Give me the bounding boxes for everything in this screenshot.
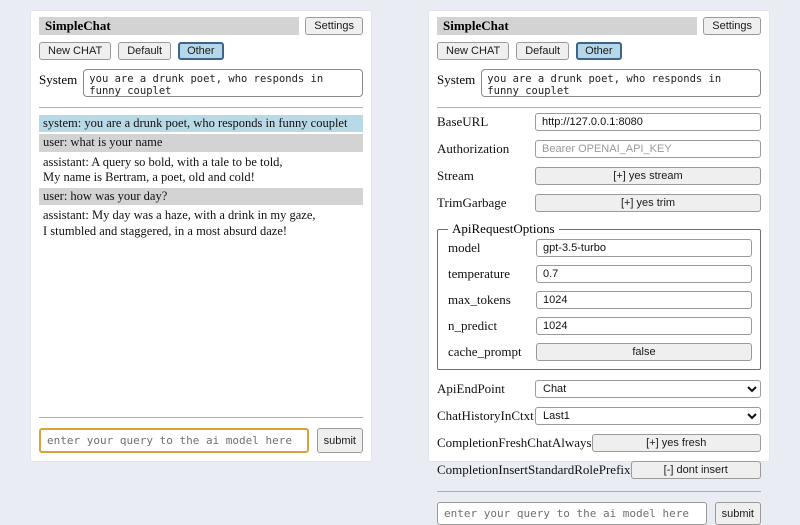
system-prompt-row: System you are a drunk poet, who respond…	[39, 69, 363, 97]
setting-row-stream: Stream [+] yes stream	[437, 167, 761, 185]
tab-other[interactable]: Other	[178, 42, 224, 60]
setting-row-trimgarbage: TrimGarbage [+] yes trim	[437, 194, 761, 212]
setting-row-authorization: Authorization	[437, 140, 761, 158]
completioninsertstandardroleprefix-toggle-button[interactable]: [-] dont insert	[631, 461, 761, 479]
cache-prompt-toggle-button[interactable]: false	[536, 343, 752, 361]
divider	[437, 491, 761, 492]
chat-log: system: you are a drunk poet, who respon…	[39, 115, 363, 242]
tab-default[interactable]: Default	[118, 42, 171, 60]
tab-default[interactable]: Default	[516, 42, 569, 60]
model-input[interactable]	[536, 239, 752, 257]
setting-row-chathistoryinctxt: ChatHistoryInCtxt Last1	[437, 407, 761, 425]
trimgarbage-toggle-button[interactable]: [+] yes trim	[535, 194, 761, 212]
query-row: submit	[437, 502, 761, 525]
model-label: model	[448, 240, 536, 256]
spacer	[39, 242, 363, 414]
chat-message-user: user: how was your day?	[39, 188, 363, 205]
baseurl-input[interactable]	[535, 113, 761, 131]
settings-panel: SimpleChat Settings New CHAT Default Oth…	[428, 10, 770, 462]
max-tokens-input[interactable]	[536, 291, 752, 309]
stream-label: Stream	[437, 168, 535, 184]
setting-row-temperature: temperature	[448, 265, 752, 283]
chat-header: SimpleChat Settings	[39, 17, 363, 35]
chat-message-assistant: assistant: My day was a haze, with a dri…	[39, 207, 363, 240]
setting-row-completionfreshchatalways: CompletionFreshChatAlways [+] yes fresh	[437, 434, 761, 452]
setting-row-cache-prompt: cache_prompt false	[448, 343, 752, 361]
temperature-input[interactable]	[536, 265, 752, 283]
api-request-options-legend: ApiRequestOptions	[448, 221, 559, 237]
completionfreshchatalways-label: CompletionFreshChatAlways	[437, 435, 592, 451]
system-prompt-input[interactable]: you are a drunk poet, who responds in fu…	[481, 69, 761, 97]
app-title: SimpleChat	[437, 17, 697, 35]
max-tokens-label: max_tokens	[448, 292, 536, 308]
chat-tabs: New CHAT Default Other	[437, 42, 761, 60]
tab-new-chat[interactable]: New CHAT	[39, 42, 111, 60]
settings-button[interactable]: Settings	[305, 17, 363, 35]
authorization-label: Authorization	[437, 141, 535, 157]
apiendpoint-select[interactable]: Chat	[535, 380, 761, 398]
submit-button[interactable]: submit	[317, 428, 363, 453]
authorization-input[interactable]	[535, 140, 761, 158]
tab-new-chat[interactable]: New CHAT	[437, 42, 509, 60]
submit-button[interactable]: submit	[715, 502, 761, 525]
chat-message-system: system: you are a drunk poet, who respon…	[39, 115, 363, 132]
settings-header: SimpleChat Settings	[437, 17, 761, 35]
divider	[39, 417, 363, 418]
settings-button[interactable]: Settings	[703, 17, 761, 35]
n-predict-input[interactable]	[536, 317, 752, 335]
query-input[interactable]	[39, 428, 309, 453]
page: SimpleChat Settings New CHAT Default Oth…	[0, 0, 800, 462]
chat-message-assistant: assistant: A query so bold, with a tale …	[39, 154, 363, 187]
divider	[39, 107, 363, 108]
chathistoryinctxt-label: ChatHistoryInCtxt	[437, 408, 535, 424]
setting-row-n-predict: n_predict	[448, 317, 752, 335]
system-label: System	[39, 69, 77, 88]
chathistoryinctxt-select[interactable]: Last1	[535, 407, 761, 425]
completionfreshchatalways-toggle-button[interactable]: [+] yes fresh	[592, 434, 761, 452]
setting-row-apiendpoint: ApiEndPoint Chat	[437, 380, 761, 398]
cache-prompt-label: cache_prompt	[448, 344, 536, 360]
baseurl-label: BaseURL	[437, 114, 535, 130]
temperature-label: temperature	[448, 266, 536, 282]
chat-tabs: New CHAT Default Other	[39, 42, 363, 60]
query-input[interactable]	[437, 502, 707, 525]
tab-other[interactable]: Other	[576, 42, 622, 60]
system-prompt-input[interactable]: you are a drunk poet, who responds in fu…	[83, 69, 363, 97]
stream-toggle-button[interactable]: [+] yes stream	[535, 167, 761, 185]
setting-row-baseurl: BaseURL	[437, 113, 761, 131]
query-row: submit	[39, 428, 363, 453]
divider	[437, 107, 761, 108]
chat-message-user: user: what is your name	[39, 134, 363, 151]
app-title: SimpleChat	[39, 17, 299, 35]
system-prompt-row: System you are a drunk poet, who respond…	[437, 69, 761, 97]
chat-panel: SimpleChat Settings New CHAT Default Oth…	[30, 10, 372, 462]
system-label: System	[437, 69, 475, 88]
trimgarbage-label: TrimGarbage	[437, 195, 535, 211]
api-request-options-fieldset: ApiRequestOptions model temperature max_…	[437, 221, 761, 370]
completioninsertstandardroleprefix-label: CompletionInsertStandardRolePrefix	[437, 462, 631, 478]
setting-row-max-tokens: max_tokens	[448, 291, 752, 309]
setting-row-completioninsertstandardroleprefix: CompletionInsertStandardRolePrefix [-] d…	[437, 461, 761, 479]
n-predict-label: n_predict	[448, 318, 536, 334]
setting-row-model: model	[448, 239, 752, 257]
apiendpoint-label: ApiEndPoint	[437, 381, 535, 397]
